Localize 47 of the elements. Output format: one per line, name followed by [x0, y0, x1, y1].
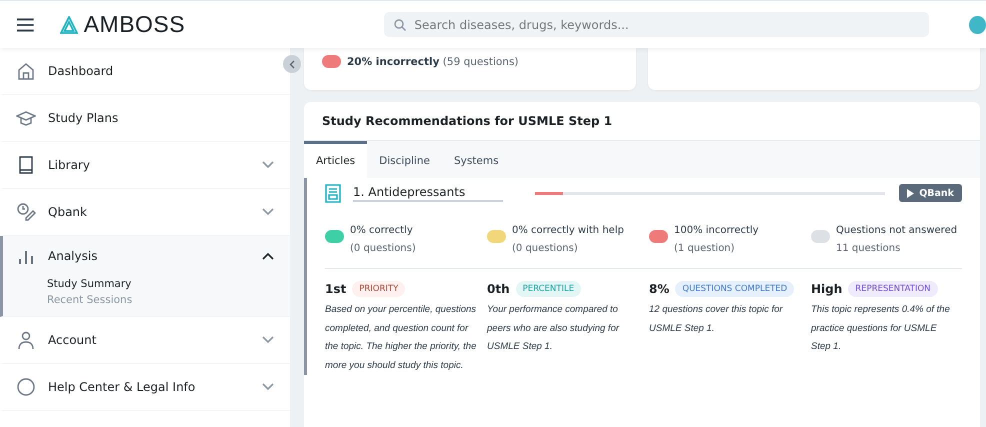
collapse-sidebar-button[interactable]: [283, 55, 301, 73]
pencil-clock-icon: [16, 202, 36, 222]
stat-description: This topic represents 0.4% of the practice questions for USMLE Step 1.: [811, 303, 951, 354]
tab[interactable]: Articles: [304, 141, 368, 178]
document-icon: [325, 184, 341, 202]
sidebar-subitem[interactable]: Study Summary: [3, 276, 290, 292]
play-icon: [907, 188, 914, 198]
legend-label: 0% correctly: [350, 224, 414, 238]
sidebar-item[interactable]: Dashboard: [3, 48, 290, 94]
stat-description: 12 questions cover this topic for USMLE Step 1.: [649, 303, 784, 336]
sidebar-item[interactable]: Library: [3, 142, 290, 188]
sidebar-item[interactable]: Account: [3, 317, 290, 363]
chevron-left-icon: [289, 60, 295, 68]
stat-tag: QUESTIONS COMPLETED: [675, 281, 794, 297]
sidebar-item[interactable]: Analysis: [3, 236, 290, 276]
legend-detail: 11 questions: [836, 242, 902, 256]
stat-value: 1st: [325, 282, 346, 296]
search-field[interactable]: Search diseases, drugs, keywords...: [384, 12, 930, 37]
sidebar-item[interactable]: Qbank: [3, 189, 290, 235]
triangle-logo-icon: [60, 16, 78, 34]
legend-label: 0% correctly with help: [512, 224, 624, 238]
stat-tag: REPRESENTATION: [848, 281, 938, 297]
stat-value: 8%: [649, 282, 670, 296]
legend-detail: (0 questions): [350, 242, 416, 256]
menu-icon[interactable]: [17, 18, 34, 32]
legend-detail: (0 questions): [512, 242, 579, 256]
sidebar-item[interactable]: Study Plans: [3, 95, 290, 141]
stat-description: Your performance compared to peers who are also studying for USMLE Step 1.: [487, 303, 620, 354]
stat-value: High: [811, 282, 842, 296]
article-link[interactable]: 1. Antidepressants: [353, 184, 503, 202]
stat-value: 0th: [487, 282, 510, 296]
help-icon: [16, 377, 36, 397]
legend-label: 100% incorrectly: [674, 224, 759, 238]
stat-tag: PRIORITY: [352, 281, 406, 297]
sidebar-item[interactable]: Help Center & Legal Info: [3, 364, 290, 410]
legend-label: Questions not answered: [836, 224, 958, 238]
logo-text: AMBOSS: [84, 11, 186, 38]
qbank-button[interactable]: QBank: [899, 184, 962, 202]
home-icon: [16, 61, 36, 81]
stat-tag: PERCENTILE: [516, 281, 582, 297]
tab[interactable]: Discipline: [367, 141, 442, 178]
tab[interactable]: Systems: [442, 141, 511, 178]
person-icon: [16, 330, 36, 350]
card-title: Study Recommendations for USMLE Step 1: [321, 113, 614, 130]
stat-description: Based on your percentile, questions completed, and question count for the topic. The higher the priority, the more you should study this topic.: [325, 303, 477, 372]
legend-detail: (1 question): [674, 242, 736, 256]
legend-label: 20% incorrectly (59 questions): [347, 56, 519, 68]
